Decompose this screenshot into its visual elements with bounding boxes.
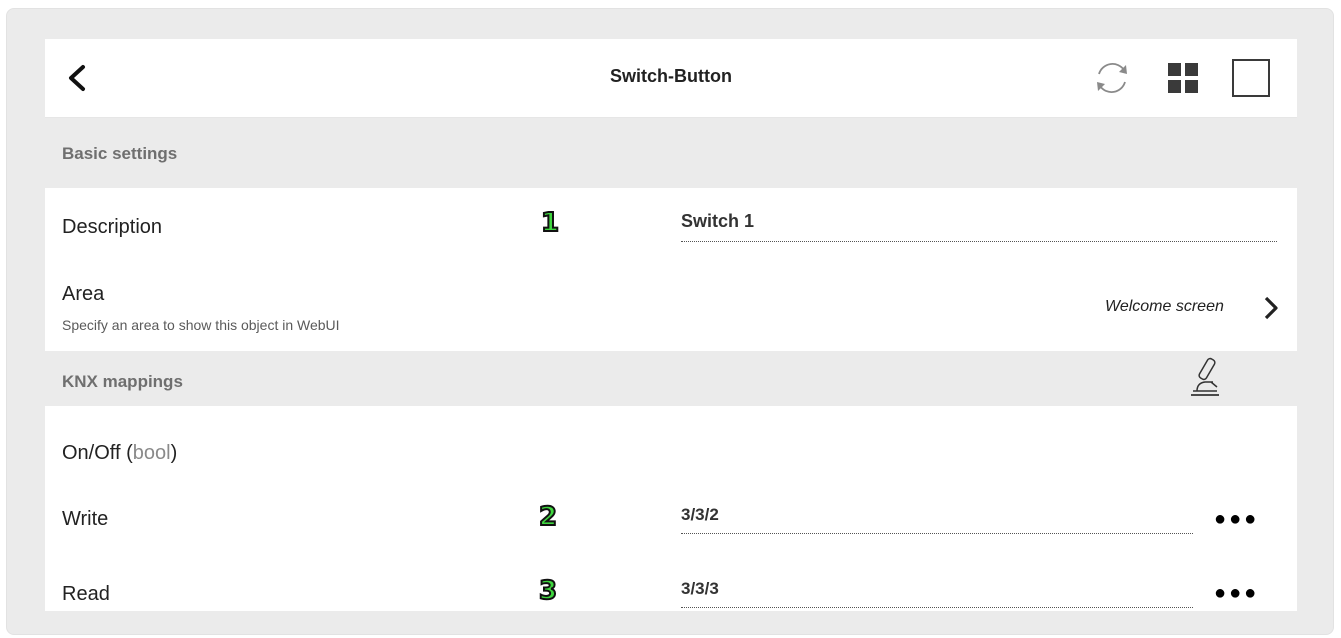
knx-mappings-heading: KNX mappings (62, 372, 183, 391)
knx-mappings-section: KNX mappings (45, 351, 1297, 406)
single-view-button[interactable] (1230, 57, 1272, 99)
basic-settings-section: Basic settings (45, 118, 1297, 188)
grid-view-icon (1168, 63, 1198, 93)
area-sublabel: Specify an area to show this object in W… (62, 317, 340, 333)
onoff-label: On/Off (62, 442, 121, 464)
settings-panel: Switch-Button Basic settings Description… (45, 39, 1297, 611)
microscope-icon[interactable] (1185, 355, 1225, 399)
area-value: Welcome screen (1105, 298, 1224, 315)
write-more-button[interactable]: ●●● (1214, 508, 1259, 531)
description-field[interactable]: Switch 1 (681, 211, 1277, 242)
onoff-label-row: On/Off (bool) (62, 442, 177, 465)
description-label: Description (62, 216, 163, 238)
refresh-button[interactable] (1091, 57, 1133, 99)
refresh-icon (1097, 63, 1127, 93)
annotation-badge-2: 2 (538, 502, 558, 532)
onoff-paren-open: ( (126, 442, 133, 464)
onoff-paren-close: ) (170, 442, 178, 464)
chevron-right-icon[interactable] (1263, 295, 1279, 321)
area-label: Area (62, 283, 105, 305)
onoff-type: bool (132, 442, 171, 464)
write-address-field[interactable]: 3/3/2 (681, 505, 1193, 534)
read-more-button[interactable]: ●●● (1214, 582, 1259, 605)
annotation-badge-1: 1 (540, 208, 560, 238)
read-address-field[interactable]: 3/3/3 (681, 579, 1193, 608)
header-bar: Switch-Button (45, 39, 1297, 118)
basic-settings-heading: Basic settings (62, 144, 178, 163)
annotation-badge-3: 3 (538, 576, 558, 606)
single-view-icon (1232, 59, 1270, 97)
read-label: Read (62, 583, 110, 605)
grid-view-button[interactable] (1162, 57, 1204, 99)
write-label: Write (62, 508, 109, 530)
